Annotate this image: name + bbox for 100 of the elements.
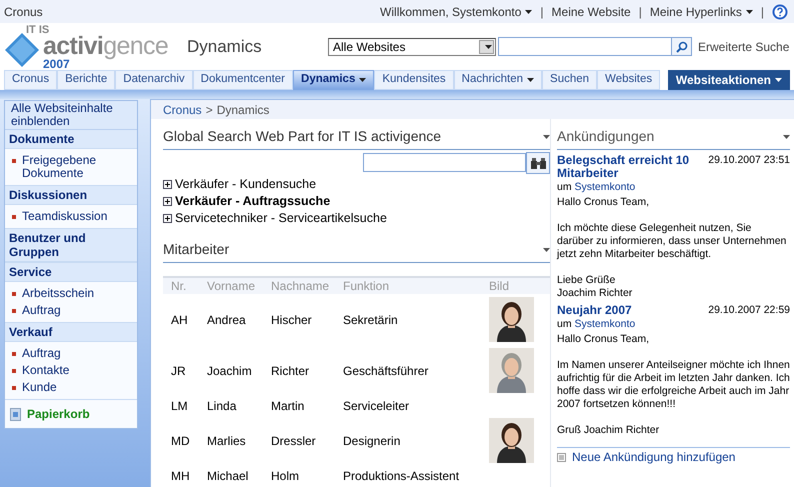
table-cell-text: AH (171, 312, 189, 328)
nav-link[interactable]: Kunde (22, 381, 57, 394)
advanced-search-link[interactable]: Erweiterte Suche (698, 38, 790, 56)
search-field[interactable] (498, 37, 672, 56)
announcement-text: Liebe Grüße (557, 274, 616, 287)
nav-tab[interactable]: Datenarchiv (115, 70, 193, 90)
header-link[interactable]: Meine Hyperlinks (650, 2, 753, 20)
menu-caret-icon[interactable] (543, 248, 550, 252)
table-cell-text: JR (171, 362, 187, 380)
nav-link[interactable]: Kontakte (22, 364, 70, 377)
author-link[interactable]: Systemkonto (574, 181, 636, 193)
column-header: Nachname (271, 278, 330, 295)
table-cell-text: Geschäftsführer (343, 362, 430, 380)
web-part-title: Mitarbeiter (163, 240, 230, 259)
section-heading[interactable]: Diskussionen (5, 186, 137, 205)
search-item[interactable]: Servicetechniker - Serviceartikelsuche (175, 209, 387, 228)
separator: | (638, 4, 642, 20)
nav-tab[interactable]: Dokumentcenter (192, 70, 294, 90)
announcement-title[interactable]: Belegschaft erreicht 10 Mitarbeiter (557, 154, 697, 180)
nav-link[interactable]: Auftrag (22, 304, 61, 317)
logo-prefix: IT IS (26, 24, 50, 36)
table-cell-text: Andrea (207, 312, 247, 328)
bullet-icon (12, 292, 16, 296)
column-header: Nr. (171, 278, 188, 295)
site-actions-button[interactable]: Websiteaktionen (668, 70, 790, 90)
nav-link[interactable]: Teamdiskussion (22, 210, 108, 223)
logo-year: 2007 (43, 58, 70, 70)
nav-tab[interactable]: Nachrichten (454, 70, 542, 90)
scope-select[interactable]: Alle Websites (328, 38, 496, 56)
caret-icon (775, 78, 782, 82)
table-cell-text: Martin (271, 398, 306, 414)
all-content-link[interactable]: Alle Websiteinhalte einblenden (5, 101, 137, 130)
table-cell-text: Serviceleiter (343, 398, 410, 414)
binoculars-icon (530, 157, 546, 169)
nav-link[interactable]: Arbeitsschein (22, 287, 94, 300)
table-cell-text: Hischer (271, 312, 313, 328)
add-announcement-link[interactable]: Neue Ankündigung hinzufügen (572, 451, 736, 464)
search-item[interactable]: Verkäufer - Auftragssuche (175, 192, 330, 211)
section-heading[interactable]: Benutzer und Gruppen (5, 229, 137, 262)
bullet-icon (12, 369, 16, 373)
author-prefix: um (557, 181, 572, 193)
table-cell-text: Joachim (207, 362, 253, 380)
author-link[interactable]: Systemkonto (574, 318, 636, 330)
breadcrumb-separator: > (206, 102, 213, 118)
nav-tab[interactable]: Cronus (4, 70, 58, 90)
menu-caret-icon[interactable] (783, 134, 790, 138)
expand-icon[interactable] (163, 197, 172, 206)
table-cell-text: Michael (207, 468, 250, 484)
table-cell-text: Linda (207, 398, 238, 414)
section-heading[interactable]: Service (5, 263, 137, 282)
recycle-bin-link[interactable]: Papierkorb (27, 405, 90, 423)
header-link[interactable]: Willkommen, Systemkonto (380, 2, 532, 20)
section-heading[interactable]: Dokumente (5, 130, 137, 149)
logo-wordmark: activigence (43, 34, 168, 58)
search-item[interactable]: Verkäufer - Kundensuche (175, 175, 316, 194)
search-icon (676, 40, 688, 52)
diamond-logo-icon (5, 32, 39, 66)
announcement-text: Joachim Richter (557, 287, 634, 300)
web-part-title: Ankündigungen (557, 127, 654, 146)
nav-link[interactable]: Freigegebene Dokumente (22, 154, 133, 180)
breadcrumb-link[interactable]: Cronus (163, 100, 202, 118)
header-link[interactable]: Meine Website (552, 2, 631, 20)
menu-caret-icon[interactable] (543, 134, 550, 138)
table-cell-text: MH (171, 468, 191, 484)
table-cell-text: Holm (271, 468, 300, 484)
web-part-title: Global Search Web Part for IT IS activigence (163, 127, 442, 146)
announcement-text: Gruß Joachim Richter (557, 424, 660, 437)
table-cell-text: LM (171, 398, 189, 414)
nav-link[interactable]: Auftrag (22, 347, 61, 360)
site-name: Cronus (4, 4, 43, 20)
bullet-icon (12, 159, 16, 163)
search-button[interactable] (526, 152, 550, 174)
section-heading[interactable]: Verkauf (5, 323, 137, 342)
table-cell-text: Dressler (271, 432, 317, 450)
separator: | (540, 4, 544, 20)
expand-icon[interactable] (163, 180, 172, 189)
table-cell-text: Richter (271, 362, 310, 380)
announcement-text: Ich möchte diese Gelegenheit nutzen, Sie darüber zu informieren, dass unser Unternehmen jetzt zehn Mitarbeiter beschäftigt. (557, 222, 788, 261)
expand-icon[interactable] (163, 214, 172, 223)
nav-tab[interactable]: Websites (597, 70, 660, 90)
table-cell-text: Marlies (207, 432, 247, 450)
table-cell-text: Designerin (343, 432, 402, 450)
help-icon[interactable] (772, 4, 788, 20)
bullet-icon (12, 386, 16, 390)
recycle-bin-icon (10, 408, 21, 420)
global-search-field[interactable] (363, 153, 526, 172)
bullet-icon (12, 309, 16, 313)
breadcrumb-current: Dynamics (216, 102, 270, 118)
table-cell-text: MD (171, 432, 191, 450)
nav-tab[interactable]: Kundensites (374, 70, 454, 90)
nav-tab[interactable]: Suchen (542, 70, 598, 90)
author-prefix: um (557, 318, 572, 330)
search-button[interactable] (672, 37, 692, 56)
nav-tab[interactable]: Berichte (57, 70, 116, 90)
bullet-icon (12, 215, 16, 219)
announcement-title[interactable]: Neujahr 2007 (557, 304, 697, 317)
announcement-text: Hallo Cronus Team, (557, 196, 650, 209)
nav-tab[interactable]: Dynamics (293, 70, 374, 90)
bullet-icon (12, 352, 16, 356)
add-icon (557, 453, 566, 462)
